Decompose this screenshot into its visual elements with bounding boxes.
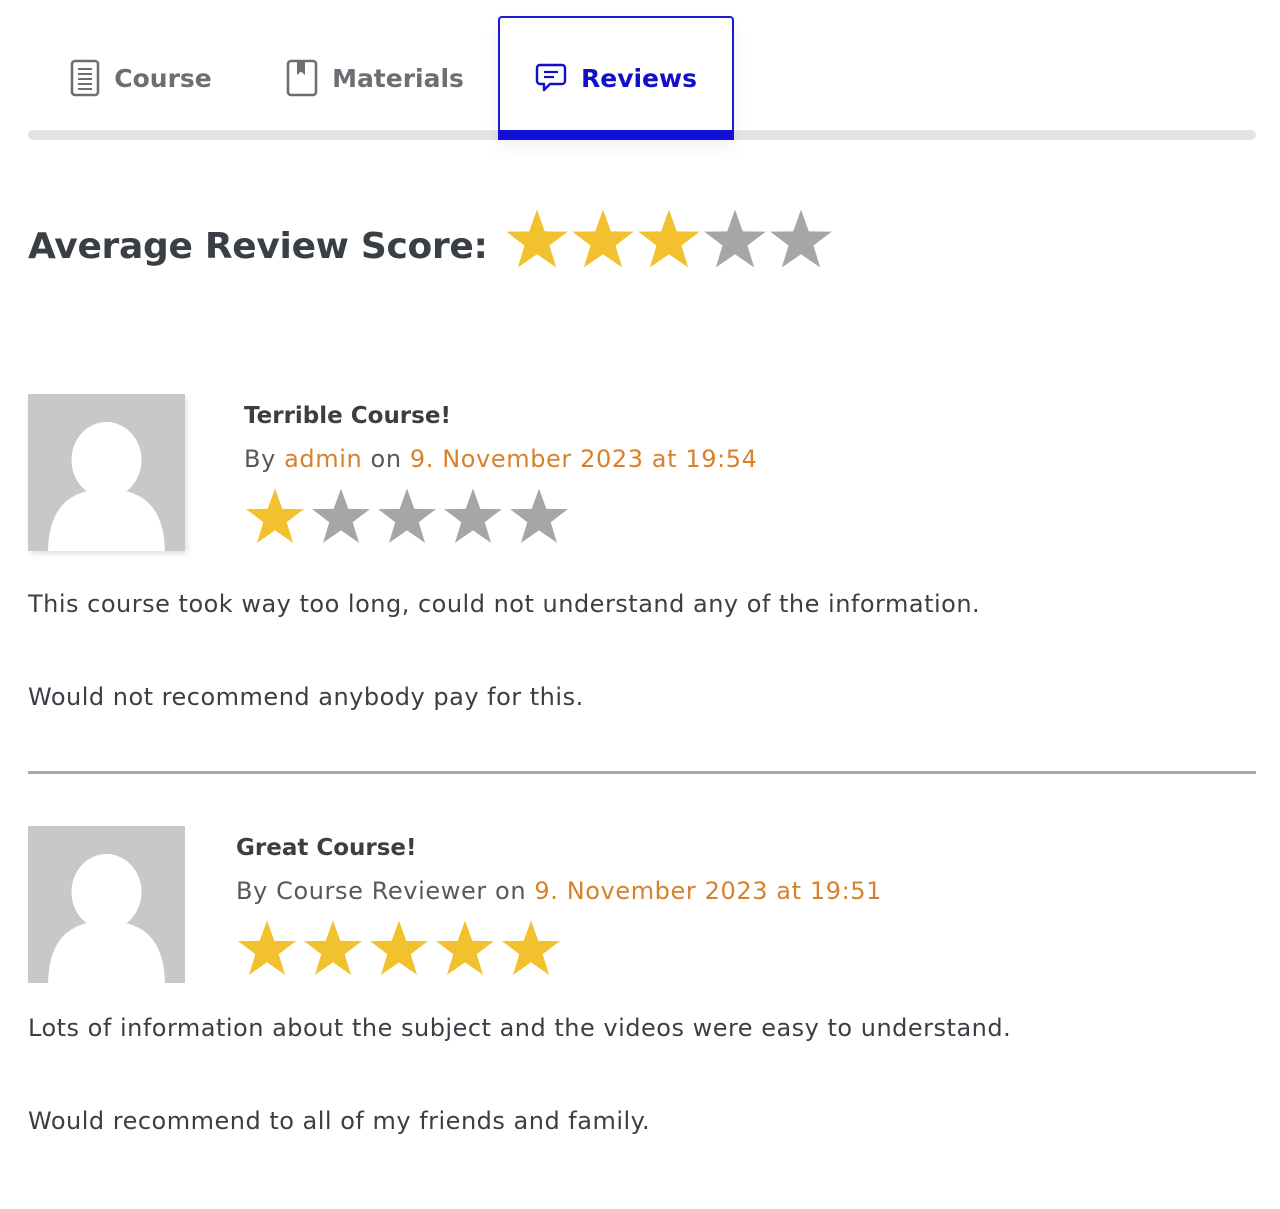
review-header: Great Course! By Course Reviewer on 9. N… [236, 832, 882, 980]
avatar [28, 826, 185, 983]
average-review-score-label: Average Review Score: [28, 225, 488, 267]
review-meta: By admin on 9. November 2023 at 19:54 [244, 442, 758, 476]
star-empty-icon [440, 486, 506, 548]
review-text: This course took way too long, could not… [28, 590, 981, 618]
star-filled-icon [498, 918, 564, 980]
tab-reviews[interactable]: Reviews [498, 16, 734, 140]
star-empty-icon [308, 486, 374, 548]
chat-bubble-icon [535, 62, 567, 94]
tab-course[interactable]: Course [68, 16, 214, 140]
review-author-link[interactable]: admin [284, 445, 362, 473]
review-date-link[interactable]: 9. November 2023 at 19:54 [410, 445, 758, 473]
tab-reviews-label: Reviews [580, 63, 697, 93]
star-filled-icon [242, 486, 308, 548]
review-header: Terrible Course! By admin on 9. November… [244, 400, 758, 548]
avatar [28, 394, 185, 551]
review-text: Lots of information about the subject an… [28, 1014, 1012, 1042]
review-star-rating [242, 486, 758, 548]
document-icon [70, 59, 100, 97]
review-text: Would recommend to all of my friends and… [28, 1107, 651, 1135]
star-filled-icon [570, 207, 636, 273]
star-filled-icon [432, 918, 498, 980]
average-review-score: Average Review Score: [28, 200, 834, 280]
star-empty-icon [374, 486, 440, 548]
review-meta: By Course Reviewer on 9. November 2023 a… [236, 874, 882, 908]
review-by-label: By [244, 445, 276, 473]
star-empty-icon [768, 207, 834, 273]
review-title: Great Course! [236, 835, 417, 861]
review-text: Would not recommend anybody pay for this… [28, 683, 584, 711]
review-on-label: on [495, 877, 527, 905]
tab-materials[interactable]: Materials [286, 16, 464, 140]
review-by-label: By [236, 877, 268, 905]
review-on-label: on [370, 445, 402, 473]
star-filled-icon [504, 207, 570, 273]
review-star-rating [234, 918, 882, 980]
review-date-link[interactable]: 9. November 2023 at 19:51 [534, 877, 882, 905]
star-empty-icon [702, 207, 768, 273]
star-empty-icon [506, 486, 572, 548]
tab-bar: Course Materials Reviews [28, 16, 1256, 142]
average-star-rating [504, 207, 834, 273]
review-divider [28, 771, 1256, 774]
star-filled-icon [300, 918, 366, 980]
star-filled-icon [366, 918, 432, 980]
review-title: Terrible Course! [244, 403, 451, 429]
tab-materials-label: Materials [332, 63, 464, 93]
tab-course-label: Course [114, 63, 212, 93]
book-icon [286, 59, 318, 97]
star-filled-icon [636, 207, 702, 273]
star-filled-icon [234, 918, 300, 980]
review-author: Course Reviewer [276, 877, 487, 905]
